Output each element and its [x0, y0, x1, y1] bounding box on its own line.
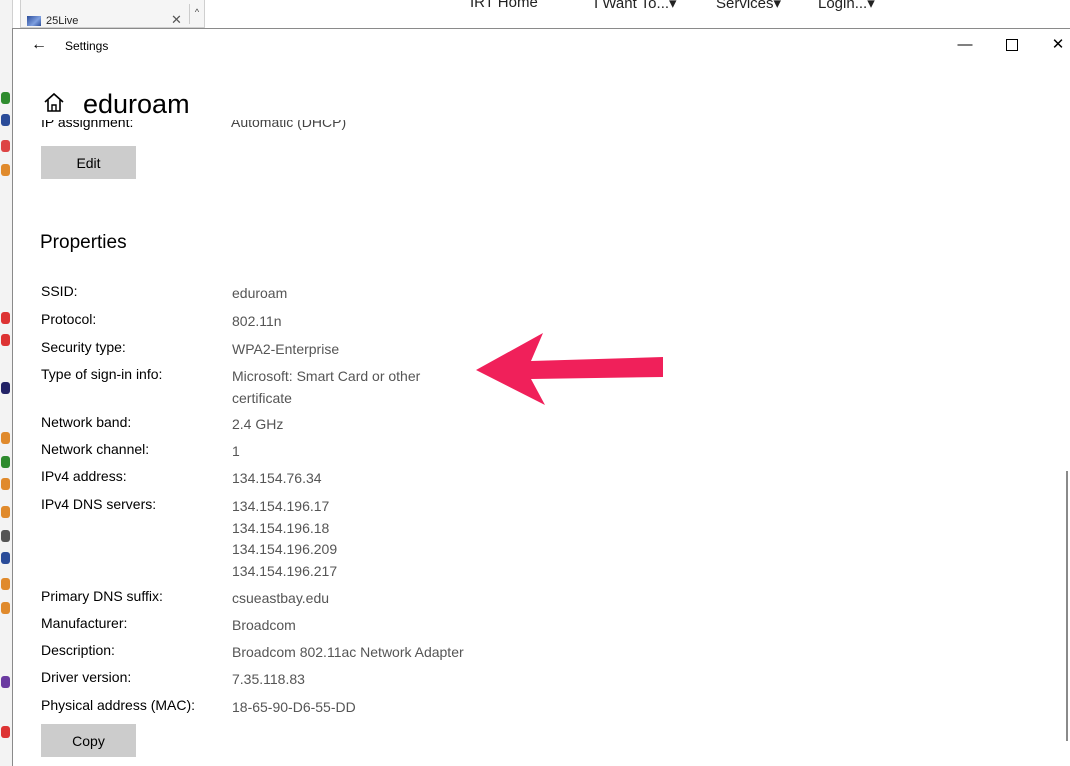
nav-link-services[interactable]: Services▾	[716, 0, 781, 12]
strip-icon	[1, 114, 10, 126]
edit-button[interactable]: Edit	[41, 146, 136, 179]
property-value[interactable]: 7.35.118.83	[232, 669, 482, 691]
ip-assignment-label: IP assignment:	[41, 120, 134, 130]
ip-assignment-row: IP assignment: Automatic (DHCP)	[13, 120, 1070, 136]
property-label: Type of sign-in info:	[41, 366, 163, 382]
property-label: Manufacturer:	[41, 615, 128, 631]
home-icon[interactable]	[43, 92, 65, 114]
strip-icon	[1, 676, 10, 688]
strip-icon	[1, 334, 10, 346]
settings-window: ← Settings — ✕ eduroam IP assignment: Au…	[12, 28, 1070, 766]
property-value-line: 134.154.196.17	[232, 498, 330, 514]
property-value-line: Broadcom 802.11ac Network Adapter	[232, 644, 464, 660]
browser-tab[interactable]: 25Live ✕ ^	[20, 0, 205, 28]
strip-icon	[1, 164, 10, 176]
property-label: IPv4 DNS servers:	[41, 496, 157, 512]
property-value[interactable]: 1	[232, 441, 482, 463]
property-value-line: certificate	[232, 389, 292, 406]
property-value[interactable]: 134.154.196.17 134.154.196.18 134.154.19…	[232, 496, 482, 582]
property-value-line: 134.154.76.34	[232, 470, 322, 486]
property-value-line: 134.154.196.18	[232, 519, 330, 536]
property-value[interactable]: 134.154.76.34	[232, 468, 482, 490]
property-value[interactable]: Microsoft: Smart Card or other certifica…	[232, 366, 482, 409]
strip-icon	[1, 312, 10, 324]
site-favicon-icon	[27, 16, 41, 26]
property-label: Network channel:	[41, 441, 150, 457]
property-label: IPv4 address:	[41, 468, 127, 484]
strip-icon	[1, 726, 10, 738]
nav-link-login[interactable]: Login...▾	[818, 0, 875, 12]
property-label: Primary DNS suffix:	[41, 588, 163, 604]
scrollbar-thumb[interactable]	[1066, 471, 1068, 741]
annotation-arrow-icon	[476, 333, 663, 405]
property-value-line: Microsoft: Smart Card or other	[232, 368, 421, 384]
back-button[interactable]: ←	[27, 34, 51, 56]
property-value-line: 1	[232, 443, 240, 459]
property-value-line: 18-65-90-D6-55-DD	[232, 699, 356, 715]
property-label: Network band:	[41, 414, 132, 430]
title-bar: ← Settings — ✕	[13, 29, 1070, 63]
property-value[interactable]: WPA2-Enterprise	[232, 339, 482, 361]
property-value-line: eduroam	[232, 285, 288, 301]
strip-icon	[1, 432, 10, 444]
nav-link-irt-home[interactable]: IRT Home	[470, 0, 538, 11]
property-label: Driver version:	[41, 669, 132, 685]
property-value[interactable]: eduroam	[232, 283, 482, 305]
nav-link-i-want-to[interactable]: I Want To...▾	[594, 0, 677, 12]
property-label: Security type:	[41, 339, 126, 355]
tab-scroll-up-icon[interactable]: ^	[189, 4, 204, 24]
page-title: eduroam	[83, 89, 190, 119]
property-value[interactable]: csueastbay.edu	[232, 588, 482, 610]
property-value[interactable]: Broadcom	[232, 615, 482, 637]
strip-icon	[1, 578, 10, 590]
strip-icon	[1, 456, 10, 468]
property-value-line: WPA2-Enterprise	[232, 341, 340, 357]
strip-icon	[1, 92, 10, 104]
strip-icon	[1, 530, 10, 542]
strip-icon	[1, 506, 10, 518]
copy-button[interactable]: Copy	[41, 724, 136, 757]
strip-icon	[1, 382, 10, 394]
property-value-line: 802.11n	[232, 313, 282, 329]
property-value-line: 134.154.196.217	[232, 562, 338, 579]
property-label: Protocol:	[41, 311, 97, 327]
window-title: Settings	[65, 39, 109, 53]
maximize-icon	[1006, 39, 1018, 52]
property-label: Physical address (MAC):	[41, 697, 196, 713]
property-value[interactable]: 18-65-90-D6-55-DD	[232, 697, 482, 719]
property-value-line: 134.154.196.209	[232, 541, 338, 557]
minimize-button[interactable]: —	[950, 33, 980, 57]
property-value-line: 7.35.118.83	[232, 671, 305, 687]
properties-heading: Properties	[40, 232, 127, 253]
strip-icon	[1, 478, 10, 490]
strip-icon	[1, 552, 10, 564]
close-button[interactable]: ✕	[1043, 33, 1070, 57]
property-value-line: 2.4 GHz	[232, 416, 284, 432]
property-label: Description:	[41, 642, 115, 658]
tab-close-icon[interactable]: ✕	[171, 12, 182, 28]
property-value[interactable]: 2.4 GHz	[232, 414, 482, 436]
property-label: SSID:	[41, 283, 78, 299]
browser-tab-title: 25Live	[46, 15, 79, 27]
property-value-line: Broadcom	[232, 617, 296, 633]
maximize-button[interactable]	[997, 33, 1027, 57]
strip-icon	[1, 602, 10, 614]
strip-icon	[1, 140, 10, 152]
property-value[interactable]: Broadcom 802.11ac Network Adapter	[232, 642, 482, 664]
ip-assignment-value: Automatic (DHCP)	[231, 120, 347, 130]
property-value-line: csueastbay.edu	[232, 590, 330, 606]
property-value[interactable]: 802.11n	[232, 311, 482, 333]
